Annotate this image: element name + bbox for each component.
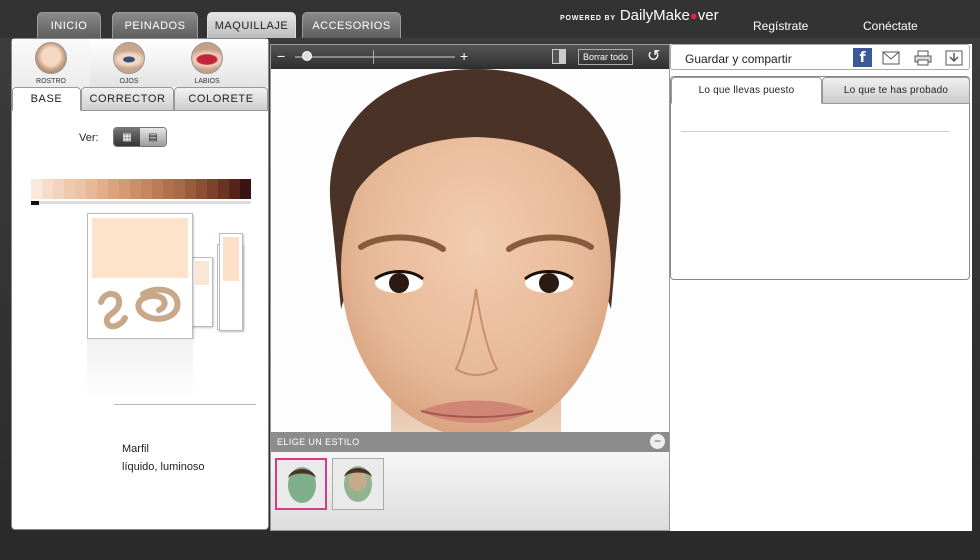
clear-all-button[interactable]: Borrar todo [578, 49, 634, 65]
lips-icon [191, 42, 223, 74]
card-reflection [87, 339, 193, 399]
subtab-corrector[interactable]: CORRECTOR [81, 87, 174, 111]
shade-swatch-17[interactable] [207, 179, 218, 199]
share-bar: Guardar y compartir f [670, 44, 970, 70]
styles-area [271, 452, 669, 530]
nav-tab-inicio[interactable]: INICIO [37, 12, 101, 38]
zoom-in-icon[interactable]: + [460, 48, 468, 64]
category-labios[interactable]: LABIOS [168, 39, 246, 87]
category-ojos[interactable]: OJOS [90, 39, 168, 87]
compare-icon[interactable] [552, 49, 566, 64]
top-navigation: INICIO PEINADOS MAQUILLAJE ACCESORIOS PO… [0, 0, 980, 38]
preview-toolbar: − + Borrar todo ↺ [271, 45, 669, 69]
shade-swatch-7[interactable] [97, 179, 108, 199]
shade-swatch-2[interactable] [42, 179, 53, 199]
worn-tabs: Lo que llevas puesto Lo que te has proba… [670, 76, 970, 280]
selected-shade-card[interactable] [87, 213, 193, 339]
model-face-illustration [271, 69, 669, 432]
shade-swatch-9[interactable] [119, 179, 130, 199]
tab-tried[interactable]: Lo que te has probado [822, 77, 970, 104]
shade-card[interactable] [219, 233, 243, 331]
style-thumb-1[interactable] [275, 458, 327, 510]
model-photo [271, 69, 669, 432]
zoom-slider-knob[interactable] [302, 51, 312, 61]
facebook-icon[interactable]: f [853, 48, 872, 67]
shade-swatch-15[interactable] [185, 179, 196, 199]
brand-prefix: POWERED BY [560, 15, 616, 22]
nav-tab-peinados[interactable]: PEINADOS [112, 12, 198, 38]
undo-icon[interactable]: ↺ [647, 46, 660, 66]
brand-name-a: DailyMake [619, 7, 690, 24]
shade-swatch-6[interactable] [86, 179, 97, 199]
style-face-icon [277, 460, 325, 508]
email-icon[interactable] [881, 48, 900, 67]
brand-name-b: ver [697, 7, 719, 24]
palette-scroll-thumb[interactable] [31, 201, 39, 205]
grid-view-button[interactable]: ▦ [114, 128, 140, 146]
style-title: ELIGE UN ESTILO [277, 437, 360, 447]
product-description: líquido, luminoso [122, 461, 205, 473]
subtab-colorete[interactable]: COLORETE [174, 87, 268, 111]
collapse-icon[interactable]: − [650, 434, 665, 449]
shade-swatch-20[interactable] [240, 179, 251, 199]
share-label: Guardar y compartir [685, 52, 792, 66]
view-toggle: ▦ ▤ [113, 127, 167, 147]
style-face-icon [333, 459, 383, 509]
shade-card[interactable] [191, 257, 213, 327]
shade-swatch-10[interactable] [130, 179, 141, 199]
foundation-swirl-icon [98, 286, 181, 330]
zoom-out-icon[interactable]: − [277, 48, 285, 64]
category-rostro[interactable]: ROSTRO [12, 39, 90, 87]
shade-swatch-5[interactable] [75, 179, 86, 199]
product-name: Marfil [122, 443, 149, 455]
carousel-icon: ▤ [148, 131, 158, 143]
nav-tab-accesorios[interactable]: ACCESORIOS [302, 12, 401, 38]
nav-tab-maquillaje[interactable]: MAQUILLAJE [207, 12, 296, 38]
subtab-base[interactable]: BASE [12, 87, 81, 111]
brand-logo[interactable]: POWERED BY DailyMake●ver [560, 7, 719, 24]
register-link[interactable]: Regístrate [753, 19, 808, 33]
shade-swatch-4[interactable] [64, 179, 75, 199]
shade-swatch-1[interactable] [31, 179, 42, 199]
zoom-slider-tick [373, 50, 374, 64]
lips-icon: ● [689, 8, 698, 23]
grid-icon: ▦ [122, 131, 132, 143]
preview-panel: − + Borrar todo ↺ ELIGE UN ESTILO − [270, 44, 670, 531]
makeup-panel: ROSTRO OJOS LABIOS BASE CORRECTOR COLORE… [11, 38, 269, 530]
summary-panel: Guardar y compartir f Lo que llevas pues… [670, 44, 972, 531]
category-row: ROSTRO OJOS LABIOS [12, 39, 268, 87]
carousel-view-button[interactable]: ▤ [140, 128, 166, 146]
bottom-bar [0, 531, 980, 560]
shade-palette[interactable] [31, 179, 251, 199]
view-label: Ver: [79, 132, 99, 144]
category-label: OJOS [119, 78, 139, 85]
shade-swatch-11[interactable] [141, 179, 152, 199]
brand-name: DailyMake●ver [620, 7, 719, 24]
shade-swatch-8[interactable] [108, 179, 119, 199]
print-icon[interactable] [913, 48, 932, 67]
shade-swatch-14[interactable] [174, 179, 185, 199]
shade-swatch-13[interactable] [163, 179, 174, 199]
face-icon [35, 42, 67, 74]
style-thumb-2[interactable] [332, 458, 384, 510]
shade-swatch-12[interactable] [152, 179, 163, 199]
category-label: ROSTRO [36, 78, 66, 85]
tab-worn[interactable]: Lo que llevas puesto [671, 77, 822, 104]
category-label: LABIOS [194, 78, 220, 85]
save-icon[interactable] [944, 48, 963, 67]
divider [114, 404, 256, 405]
shade-swatch-19[interactable] [229, 179, 240, 199]
tab-divider [681, 131, 949, 132]
login-link[interactable]: Conéctate [863, 19, 918, 33]
zoom-slider[interactable] [295, 56, 455, 58]
shade-swatch-3[interactable] [53, 179, 64, 199]
shade-swatch [92, 218, 188, 278]
palette-scrollbar[interactable] [31, 201, 251, 204]
style-bar: ELIGE UN ESTILO − [271, 432, 669, 452]
subtab-row: BASE CORRECTOR COLORETE [12, 87, 268, 111]
shade-swatch-16[interactable] [196, 179, 207, 199]
eye-icon [113, 42, 145, 74]
shade-swatch-18[interactable] [218, 179, 229, 199]
